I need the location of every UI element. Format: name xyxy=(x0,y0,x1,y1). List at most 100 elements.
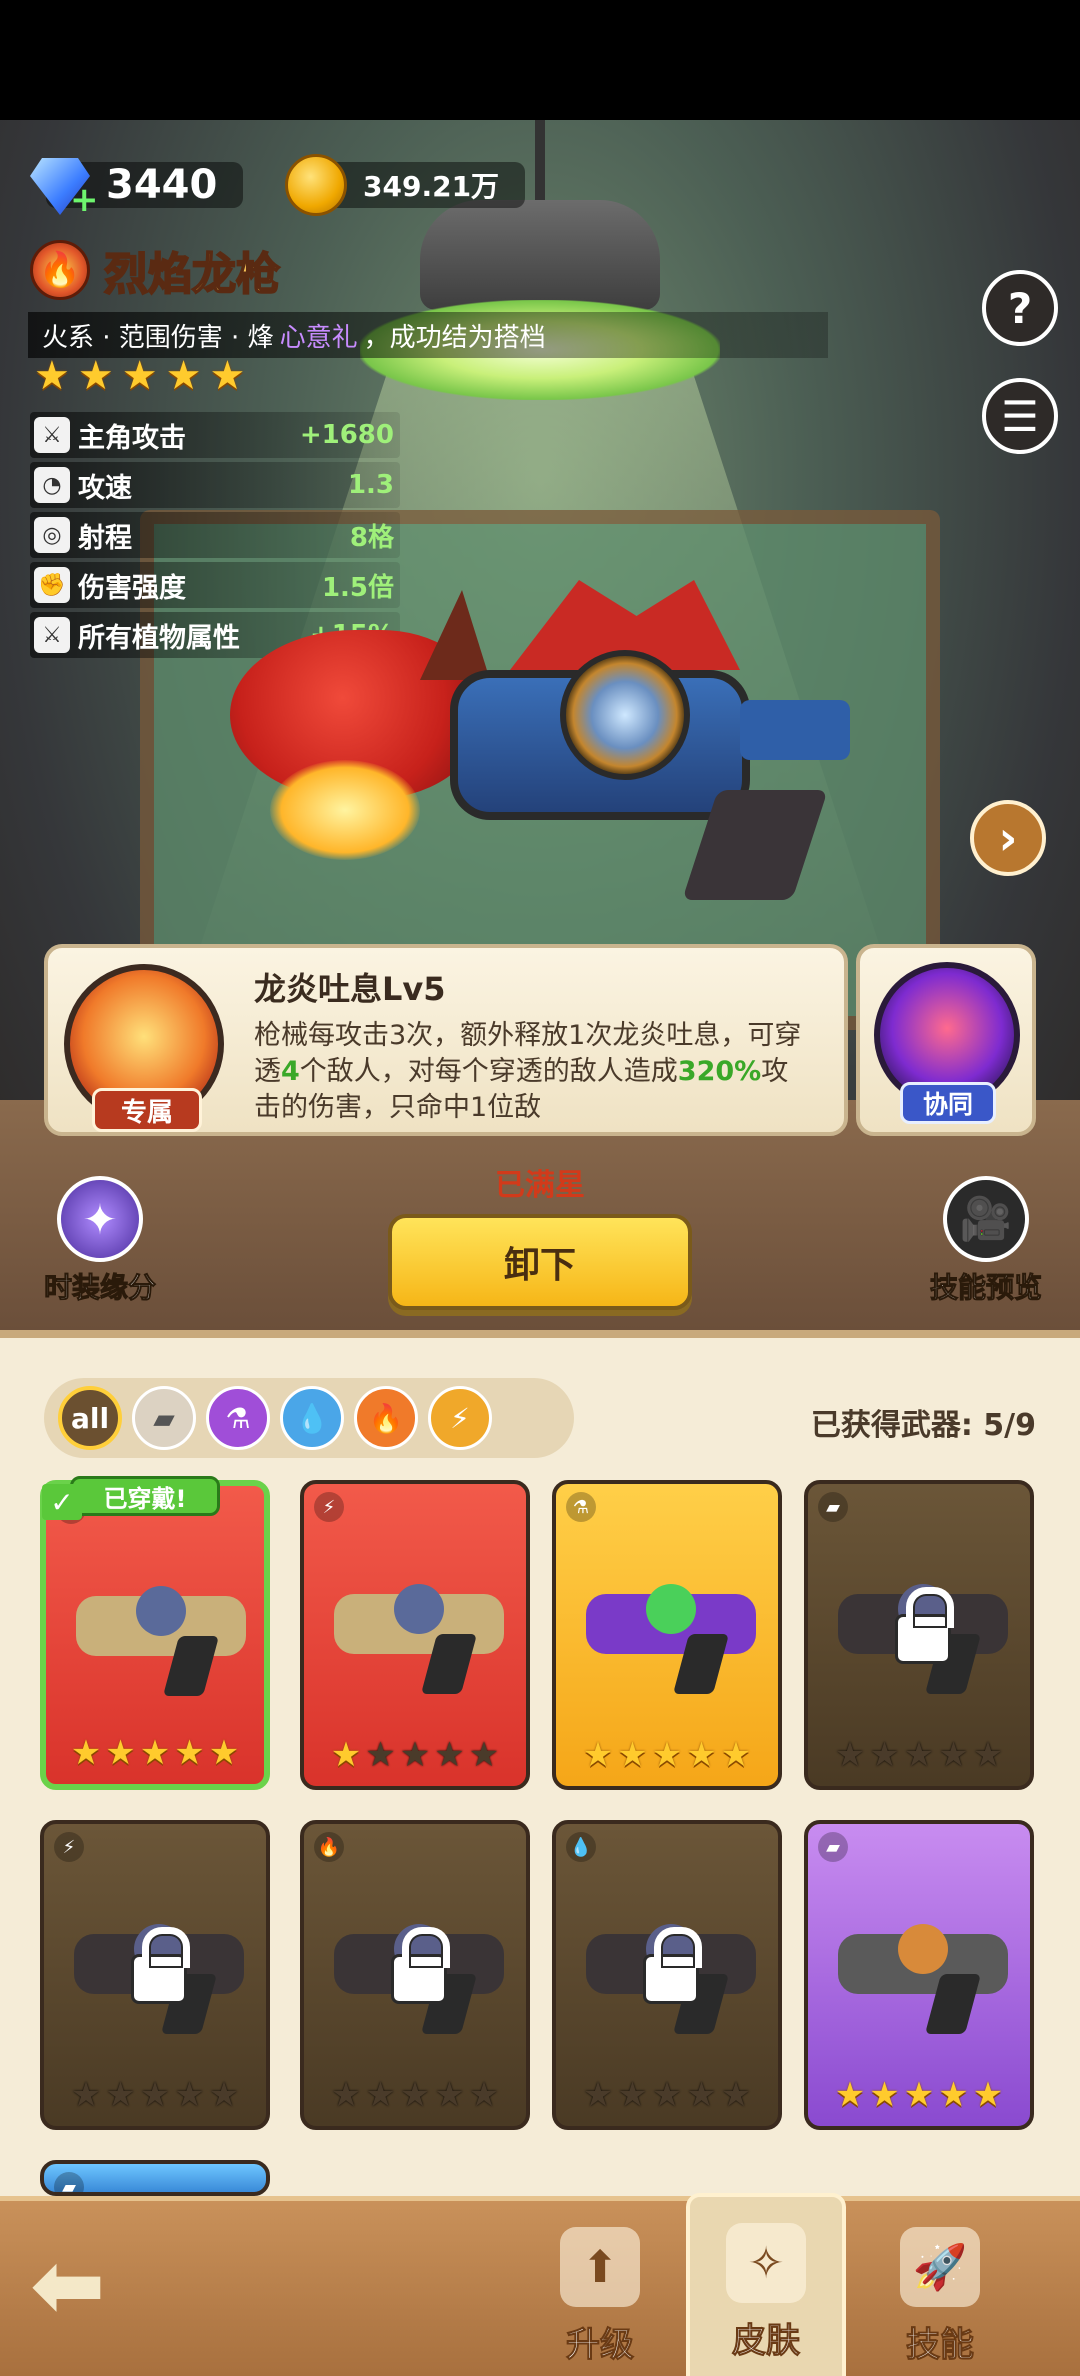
gun-thumbnail xyxy=(334,1564,504,1694)
star-icon: ★ xyxy=(834,2075,866,2115)
dragon-horn xyxy=(420,590,490,680)
gun-thumbnail xyxy=(586,1564,756,1694)
star-icon: ★ xyxy=(686,1735,717,1775)
clock-icon: ◔ xyxy=(34,467,70,503)
lock-icon xyxy=(895,1587,954,1664)
stat-row: ◔ 攻速 1.3 xyxy=(30,462,400,508)
card-star-rating: ★ ★ ★ ★ ★ xyxy=(808,2078,1030,2112)
gem-counter[interactable]: 3440 xyxy=(30,150,244,220)
filter-water-icon[interactable]: 💧 xyxy=(280,1386,344,1450)
card-star-rating: ★ ★ ★ ★ ★ xyxy=(556,2078,778,2112)
status-bar xyxy=(0,0,1080,120)
weapon-card[interactable]: ⚡ ★ ★ ★ ★ ★ xyxy=(40,1820,270,2130)
skill-preview-button[interactable]: 🎥 技能预览 xyxy=(896,1176,1076,1306)
weapon-card[interactable]: ⚗ ★ ★ ★ ★ ★ xyxy=(552,1480,782,1790)
equipped-tag: 已穿戴! xyxy=(70,1476,220,1516)
filter-all[interactable]: all xyxy=(58,1386,122,1450)
water-element-icon: 💧 xyxy=(566,1832,596,1862)
stat-label: 攻速 xyxy=(78,472,132,504)
next-weapon-button[interactable]: › xyxy=(970,800,1046,876)
sparkle-icon: ✦ xyxy=(57,1176,143,1262)
coin-icon xyxy=(285,154,347,216)
skill-desc-highlight: 4 xyxy=(281,1056,300,1087)
star-icon: ★ xyxy=(720,2075,752,2115)
chevron-right-icon: › xyxy=(998,811,1018,865)
filter-physical-icon[interactable]: ▰ xyxy=(132,1386,196,1450)
coin-counter[interactable]: 349.21万 xyxy=(285,150,526,220)
question-icon: ? xyxy=(1007,283,1033,333)
weapon-card[interactable]: ▰ xyxy=(40,2160,270,2196)
gun-scope xyxy=(898,1924,948,1974)
star-icon: ★ xyxy=(70,1733,102,1773)
star-icon: ★ xyxy=(938,1735,969,1775)
gun-thumbnail xyxy=(838,1904,1008,2034)
fashion-bond-button[interactable]: ✦ 时装缘分 xyxy=(10,1176,190,1306)
filter-electric-icon[interactable]: ⚡ xyxy=(428,1386,492,1450)
star-icon: ★ xyxy=(972,2075,1004,2115)
help-button[interactable]: ? xyxy=(982,270,1058,346)
fist-icon: ✊ xyxy=(34,567,70,603)
stat-label: 射程 xyxy=(78,522,132,554)
weapon-subtitle-bar: 火系 · 范围伤害 · 烽 心意礼 ，成功结为搭档 xyxy=(28,312,828,358)
tab-skill[interactable]: 🚀 技能 xyxy=(860,2201,1020,2376)
tab-skin[interactable]: ✧ 皮肤 xyxy=(686,2193,846,2376)
star-icon: ★ xyxy=(208,2075,240,2115)
filter-fire-icon[interactable]: 🔥 xyxy=(354,1386,418,1450)
skill-desc-highlight: 320% xyxy=(677,1056,762,1087)
star-icon: ★ xyxy=(972,1735,1004,1775)
tab-upgrade-label: 升级 xyxy=(566,2325,635,2366)
gun-scope xyxy=(646,1584,696,1634)
star-icon: ★ xyxy=(70,2075,102,2115)
tab-upgrade[interactable]: ⬆ 升级 xyxy=(520,2201,680,2376)
star-icon: ★ xyxy=(209,353,246,399)
star-icon: ★ xyxy=(651,1735,683,1775)
bottom-navigation: ⬅ ⬆ 升级 ✧ 皮肤 🚀 技能 xyxy=(0,2193,1080,2376)
star-icon: ★ xyxy=(938,2075,969,2115)
weapon-card[interactable]: ▰ ★ ★ ★ ★ ★ xyxy=(804,1480,1034,1790)
coop-skill-panel[interactable]: 协同 xyxy=(856,944,1036,1136)
stat-label: 主角攻击 xyxy=(78,422,186,454)
menu-button[interactable]: ☰ xyxy=(982,378,1058,454)
physical-element-icon: ▰ xyxy=(54,2172,84,2192)
gun-scope xyxy=(394,1584,444,1634)
physical-element-icon: ▰ xyxy=(818,1832,848,1862)
weapon-title-row: 🔥 烈焰龙枪 xyxy=(30,238,281,302)
filter-poison-icon[interactable]: ⚗ xyxy=(206,1386,270,1450)
list-icon: ☰ xyxy=(1001,391,1039,441)
sword-icon: ⚔ xyxy=(34,617,70,653)
skill-panel[interactable]: 专属 龙炎吐息Lv5 枪械每攻击3次，额外释放1次龙炎吐息，可穿透4个敌人，对每… xyxy=(44,944,848,1136)
skill-desc-part: 个敌人，对每个穿透的敌人造成 xyxy=(299,1056,678,1087)
star-icon: ★ xyxy=(617,2075,648,2115)
video-camera-icon: 🎥 xyxy=(943,1176,1029,1262)
star-icon: ★ xyxy=(139,1733,171,1773)
physical-element-icon: ▰ xyxy=(818,1492,848,1522)
weapon-card[interactable]: ⚡ ★ ★ ★ ★ ★ xyxy=(300,1480,530,1790)
banner-text: ，成功结为搭档 xyxy=(363,322,546,353)
weapon-card[interactable]: 🔥★★★★★ xyxy=(300,1820,530,2130)
coop-tag: 协同 xyxy=(900,1082,996,1124)
star-icon: ★ xyxy=(365,1735,396,1775)
star-icon: ★ xyxy=(330,1735,362,1775)
sword-icon: ⚔ xyxy=(34,417,70,453)
star-icon: ★ xyxy=(165,353,202,399)
flame-breath xyxy=(270,760,420,860)
weapon-card[interactable]: 🔥★★★★★ xyxy=(40,1480,270,1790)
star-icon: ★ xyxy=(869,2075,900,2115)
star-icon: ★ xyxy=(903,1735,935,1775)
card-star-rating: ★ ★ ★ ★ ★ xyxy=(44,2078,266,2112)
weapon-card[interactable]: 💧 ★ ★ ★ ★ ★ xyxy=(552,1820,782,2130)
weapon-card[interactable]: ▰ ★ ★ ★ ★ ★ xyxy=(804,1820,1034,2130)
star-icon: ★ xyxy=(582,1735,614,1775)
fashion-bond-label: 时装缘分 xyxy=(43,1271,156,1305)
star-icon: ★ xyxy=(174,1733,205,1773)
target-icon: ◎ xyxy=(34,517,70,553)
star-icon: ★ xyxy=(330,2075,362,2115)
star-icon: ★ xyxy=(651,2075,683,2115)
star-icon: ★ xyxy=(686,2075,717,2115)
back-arrow-icon[interactable]: ⬅ xyxy=(30,2241,150,2331)
collected-count: 已获得武器: 5/9 xyxy=(810,1408,1036,1443)
unequip-button[interactable]: 卸下 xyxy=(388,1214,692,1310)
star-icon: ★ xyxy=(434,1735,465,1775)
star-icon: ★ xyxy=(105,1733,136,1773)
exclusive-tag: 专属 xyxy=(92,1088,202,1132)
